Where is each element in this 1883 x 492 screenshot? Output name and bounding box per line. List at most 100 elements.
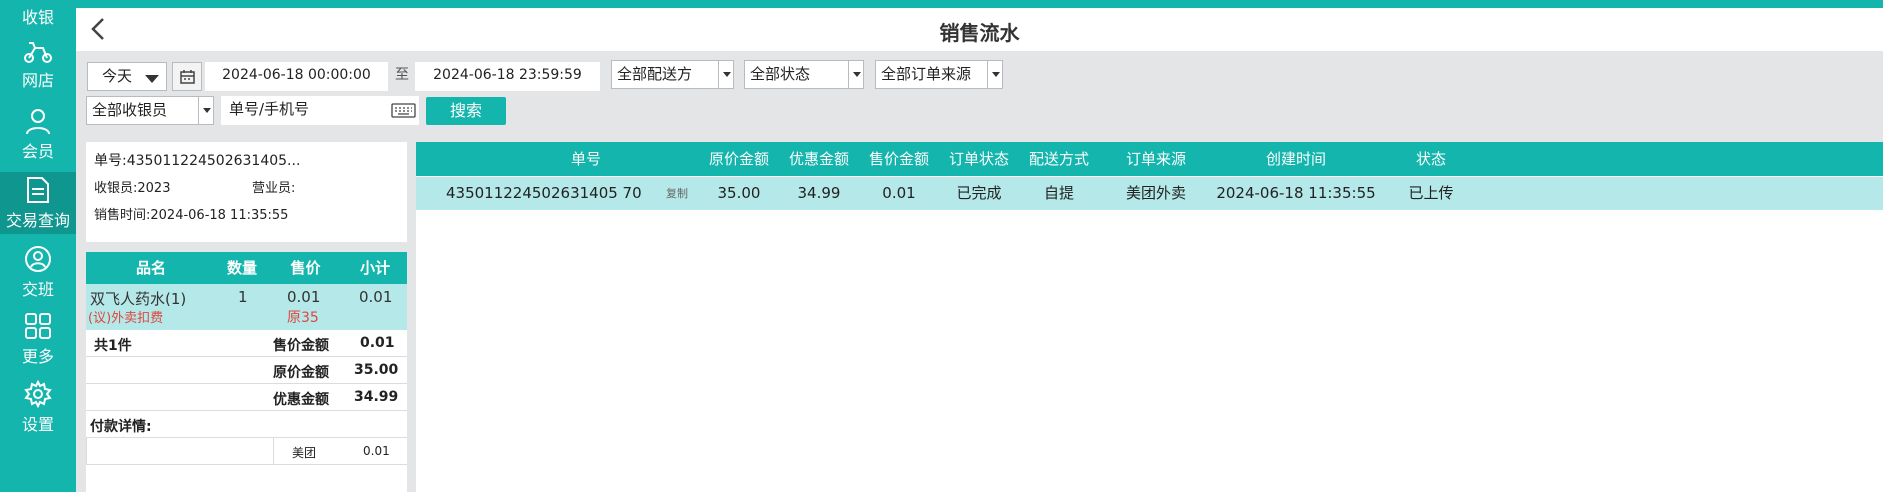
search-placeholder: 单号/手机号 — [229, 100, 310, 118]
header-created: 创建时间 — [1265, 150, 1326, 168]
calendar-button[interactable] — [172, 62, 202, 91]
sidebar-item-label: 收银 — [21, 8, 54, 27]
dropdown-arrow-icon — [848, 61, 863, 88]
sidebar-item-label: 交班 — [21, 280, 54, 299]
dropdown-arrow-icon — [718, 61, 733, 88]
header-qty: 数量 — [226, 259, 257, 277]
status-select[interactable]: 全部状态 — [744, 60, 864, 89]
sale-cell: 0.01 — [882, 184, 916, 202]
sidebar-item-cashier[interactable]: 收银 — [0, 4, 76, 28]
sale-amount-label: 售价金额 — [273, 338, 329, 354]
salesperson-info: 营业员: — [252, 181, 296, 196]
original-cell: 35.00 — [717, 184, 761, 202]
status-cell: 已上传 — [1408, 184, 1454, 202]
keyboard-icon[interactable] — [391, 103, 416, 118]
caret-down-icon — [145, 75, 159, 83]
discount-amount-value: 34.99 — [354, 389, 399, 405]
cashier-select[interactable]: 全部收银员 — [86, 96, 214, 125]
header-order-no: 单号 — [570, 150, 601, 168]
summary-discount-row: 优惠金额 34.99 — [86, 384, 407, 411]
start-datetime-value: 2024-06-18 00:00:00 — [222, 67, 371, 83]
copy-button[interactable]: 复制 — [662, 177, 692, 210]
calendar-icon — [180, 70, 195, 84]
sidebar-item-online-store[interactable]: 网店 — [0, 40, 76, 94]
header-delivery: 配送方式 — [1028, 150, 1089, 168]
source-select[interactable]: 全部订单来源 — [875, 60, 1003, 89]
payment-row: 美团 0.01 — [86, 438, 407, 465]
payment-label-row: 付款详情: — [86, 411, 407, 438]
summary-original-row: 原价金额 35.00 — [86, 357, 407, 384]
payment-divider — [273, 438, 274, 464]
search-button[interactable]: 搜索 — [426, 97, 506, 125]
items-table-header: 品名 数量 售价 小计 — [86, 252, 407, 284]
gear-icon — [24, 380, 52, 408]
to-label-text: 至 — [395, 67, 409, 83]
page-title: 销售流水 — [939, 21, 1020, 45]
header-price: 售价 — [290, 259, 321, 277]
item-price: 0.01 — [287, 288, 321, 306]
sidebar-item-more[interactable]: 更多 — [0, 312, 76, 366]
original-amount-label: 原价金额 — [273, 365, 329, 381]
item-count: 共1件 — [94, 338, 132, 354]
item-name: 双飞人药水(1) — [90, 290, 187, 308]
document-icon — [27, 177, 49, 203]
sidebar-item-member[interactable]: 会员 — [0, 107, 76, 161]
sale-amount-value: 0.01 — [360, 335, 395, 351]
payment-method: 美团 — [292, 446, 317, 460]
scooter-icon — [24, 42, 52, 63]
search-input[interactable]: 单号/手机号 — [221, 96, 419, 125]
item-original-price: 原35 — [287, 310, 319, 326]
payment-details-label: 付款详情: — [90, 419, 152, 435]
order-number-cell: 435011224502631405 70 — [446, 184, 642, 202]
header-name: 品名 — [135, 259, 166, 277]
item-qty: 1 — [238, 288, 248, 306]
header-source: 订单来源 — [1125, 150, 1186, 168]
sale-time-info: 销售时间:2024-06-18 11:35:55 — [94, 208, 289, 223]
sidebar-item-shift[interactable]: 交班 — [0, 245, 76, 299]
delivery-cell: 自提 — [1043, 184, 1074, 202]
period-value: 今天 — [102, 67, 133, 85]
top-accent-bar — [76, 0, 1883, 8]
created-cell: 2024-06-18 11:35:55 — [1216, 184, 1376, 202]
discount-cell: 34.99 — [797, 184, 841, 202]
sidebar-item-label: 更多 — [21, 347, 54, 366]
order-status-cell: 已完成 — [956, 184, 1002, 202]
dropdown-arrow-icon — [198, 97, 213, 124]
end-datetime-input[interactable]: 2024-06-18 23:59:59 — [415, 62, 600, 91]
source-value: 全部订单来源 — [881, 65, 972, 83]
shift-icon — [25, 246, 51, 272]
header-sale: 售价金额 — [868, 150, 929, 168]
cashier-value: 全部收银员 — [92, 101, 168, 119]
sidebar-item-label: 交易查询 — [5, 211, 70, 230]
period-select[interactable]: 今天 — [87, 62, 167, 91]
sidebar-item-label: 设置 — [21, 415, 54, 434]
sidebar-item-settings[interactable]: 设置 — [0, 380, 76, 434]
start-datetime-input[interactable]: 2024-06-18 00:00:00 — [205, 62, 388, 91]
payment-amount: 0.01 — [363, 444, 390, 458]
source-cell: 美团外卖 — [1125, 184, 1186, 202]
to-label: 至 — [390, 62, 414, 91]
status-value: 全部状态 — [750, 65, 811, 83]
delivery-select[interactable]: 全部配送方 — [611, 60, 734, 89]
sidebar-item-transaction-query[interactable]: 交易查询 — [0, 172, 76, 234]
item-row[interactable]: 双飞人药水(1) (议)外卖扣费 1 0.01 原35 0.01 — [86, 284, 407, 330]
header-status: 状态 — [1415, 150, 1446, 168]
grid-icon — [25, 313, 51, 339]
cashier-info: 收银员:2023 — [94, 181, 171, 196]
item-note: (议)外卖扣费 — [88, 311, 164, 326]
header-original: 原价金额 — [708, 150, 769, 168]
orders-table-header: 单号 原价金额 优惠金额 售价金额 订单状态 配送方式 订单来源 创建时间 状态 — [416, 142, 1883, 176]
discount-amount-label: 优惠金额 — [273, 392, 329, 408]
summary-sale-row: 共1件 售价金额 0.01 — [86, 330, 407, 357]
order-row[interactable]: 435011224502631405 70 复制 35.00 34.99 0.0… — [416, 177, 1883, 210]
original-amount-value: 35.00 — [354, 362, 399, 378]
end-datetime-value: 2024-06-18 23:59:59 — [433, 67, 582, 83]
sidebar-item-label: 会员 — [21, 142, 54, 161]
delivery-value: 全部配送方 — [617, 65, 693, 83]
page-header: 销售流水 — [76, 8, 1883, 51]
member-icon — [26, 109, 50, 135]
header-discount: 优惠金额 — [788, 150, 849, 168]
header-subtotal: 小计 — [359, 259, 390, 277]
order-number: 单号:435011224502631405... — [94, 153, 301, 169]
dropdown-arrow-icon — [987, 61, 1002, 88]
